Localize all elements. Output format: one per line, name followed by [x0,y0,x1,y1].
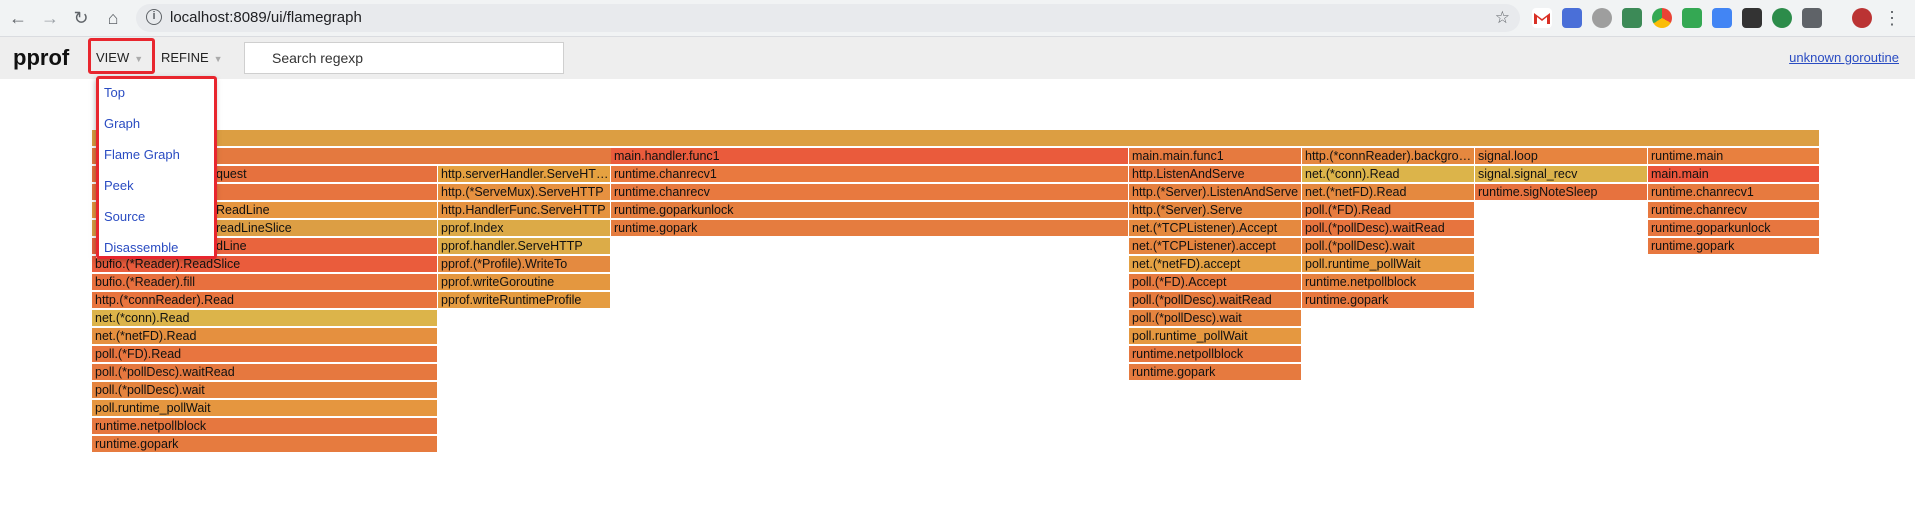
flame-frame[interactable]: runtime.netpollblock [1129,346,1302,363]
flame-frame[interactable]: pprof.writeRuntimeProfile [438,292,611,309]
flame-frame[interactable]: signal.loop [1475,148,1648,165]
flame-frame[interactable]: runtime.gopark [611,220,1129,237]
flame-frame[interactable]: runtime.main [1648,148,1820,165]
flame-frame[interactable]: http.(*ServeMux).ServeHTTP [438,184,611,201]
flame-frame[interactable]: runtime.chanrecv1 [1648,184,1820,201]
flame-frame[interactable]: http.HandlerFunc.ServeHTTP [438,202,611,219]
flame-frame[interactable]: runtime.chanrecv [611,184,1129,201]
flame-frame[interactable]: poll.(*pollDesc).wait [92,382,438,399]
flame-frame[interactable]: poll.(*pollDesc).waitRead [92,364,438,381]
flame-frame[interactable]: net.(*TCPListener).Accept [1129,220,1302,237]
flame-frame[interactable]: http.(*Server).ListenAndServe [1129,184,1302,201]
flame-frame[interactable]: pprof.(*Profile).WriteTo [438,256,611,273]
flame-frame[interactable]: poll.(*FD).Accept [1129,274,1302,291]
flame-frame[interactable]: poll.(*pollDesc).waitRead [1302,220,1475,237]
flame-frame[interactable]: net.(*netFD).Read [1302,184,1475,201]
flame-frame[interactable]: net.(*netFD).Read [92,328,438,345]
flame-frame[interactable]: runtime.sigNoteSleep [1475,184,1648,201]
flame-frame[interactable]: bufio.(*Reader).fill [92,274,438,291]
flame-frame[interactable]: runtime.netpollblock [1302,274,1475,291]
flame-frame[interactable]: runtime.gopark [92,436,438,453]
flame-frame[interactable]: main.main.func1 [1129,148,1302,165]
flame-frame[interactable]: pprof.writeGoroutine [438,274,611,291]
flame-frame[interactable]: main.main [1648,166,1820,183]
flame-frame[interactable]: poll.(*pollDesc).waitRead [1129,292,1302,309]
flame-frame[interactable]: http.(*connReader).Read [92,292,438,309]
flame-frame[interactable]: main.handler.func1 [611,148,1129,165]
flame-graph: main.handler.func1 main.main.func1 http.… [0,0,1915,528]
flame-frame[interactable]: poll.(*pollDesc).wait [1129,310,1302,327]
flame-frame[interactable]: poll.(*FD).Read [1302,202,1475,219]
highlight-box [96,76,217,259]
flame-frame[interactable]: runtime.chanrecv1 [611,166,1129,183]
flame-frame[interactable]: poll.runtime_pollWait [1129,328,1302,345]
flame-frame[interactable] [92,130,1820,147]
flame-frame[interactable]: pprof.handler.ServeHTTP [438,238,611,255]
flame-frame[interactable]: runtime.netpollblock [92,418,438,435]
flame-frame[interactable]: signal.signal_recv [1475,166,1648,183]
flame-frame[interactable]: http.(*Server).Serve [1129,202,1302,219]
flame-frame[interactable]: runtime.goparkunlock [1648,220,1820,237]
flame-frame[interactable]: poll.runtime_pollWait [92,400,438,417]
flame-frame[interactable]: runtime.gopark [1302,292,1475,309]
flame-frame[interactable]: poll.(*FD).Read [92,346,438,363]
flame-frame[interactable]: net.(*conn).Read [1302,166,1475,183]
flame-frame[interactable]: pprof.Index [438,220,611,237]
flame-frame[interactable]: poll.runtime_pollWait [1302,256,1475,273]
flame-frame[interactable]: runtime.chanrecv [1648,202,1820,219]
flame-frame[interactable]: http.ListenAndServe [1129,166,1302,183]
flame-frame[interactable]: net.(*TCPListener).accept [1129,238,1302,255]
flame-frame[interactable]: net.(*conn).Read [92,310,438,327]
flame-frame[interactable]: net.(*netFD).accept [1129,256,1302,273]
flame-frame[interactable]: http.serverHandler.ServeHTTP [438,166,611,183]
flame-frame[interactable]: http.(*connReader).backgroundRead [1302,148,1475,165]
flame-frame[interactable]: runtime.goparkunlock [611,202,1129,219]
flame-frame[interactable]: runtime.gopark [1648,238,1820,255]
flame-frame[interactable]: runtime.gopark [1129,364,1302,381]
flame-frame[interactable]: poll.(*pollDesc).wait [1302,238,1475,255]
